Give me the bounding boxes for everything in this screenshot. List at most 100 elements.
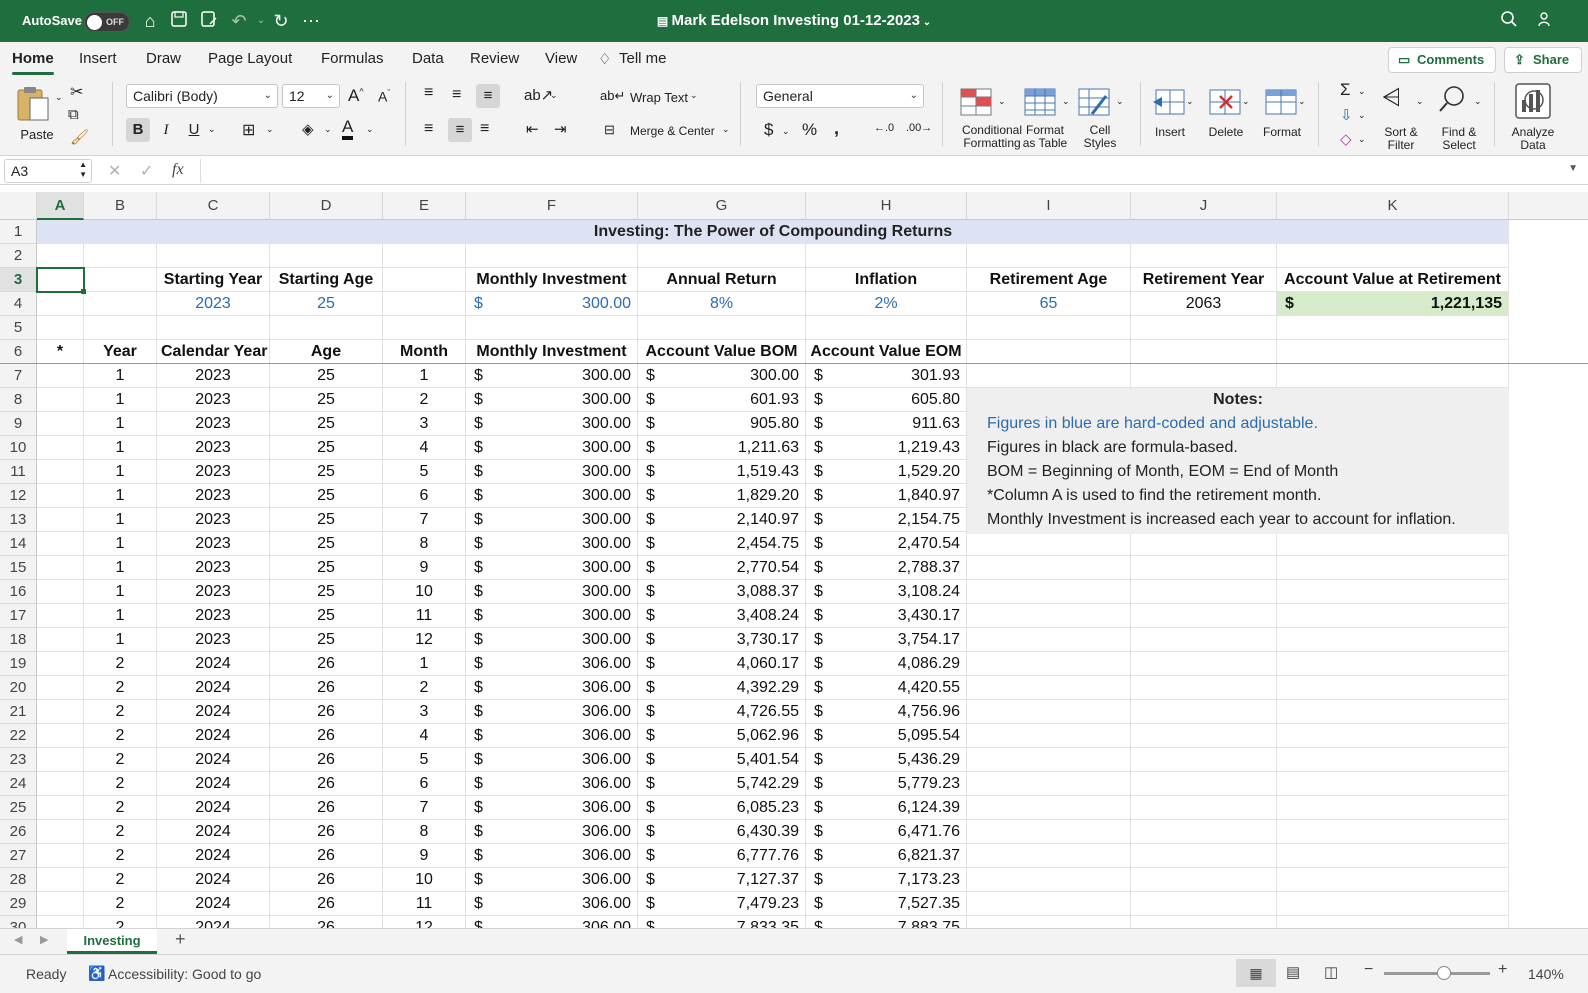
cell-j[interactable] <box>1131 532 1277 556</box>
calendar-year-cell[interactable]: 2024 <box>157 868 270 892</box>
align-left-icon[interactable]: ≡ <box>424 120 433 138</box>
month-cell[interactable]: 5 <box>383 748 466 772</box>
month-cell[interactable]: 8 <box>383 532 466 556</box>
format-cells-button[interactable]: ⌄ Format <box>1260 80 1312 152</box>
column-header-c[interactable]: C <box>157 192 270 220</box>
account-value-eom-cell[interactable]: $6,124.39 <box>806 796 967 820</box>
calendar-year-cell[interactable]: 2023 <box>157 532 270 556</box>
cell-a[interactable] <box>37 484 84 508</box>
cell-k[interactable] <box>1277 364 1509 388</box>
share-button[interactable]: ⇪ Share <box>1504 47 1582 73</box>
tab-formulas[interactable]: Formulas <box>321 50 384 67</box>
cell-j[interactable] <box>1131 892 1277 916</box>
font-size-select[interactable]: 12 ⌄ <box>282 84 340 108</box>
table-header[interactable]: Monthly Investment <box>466 340 638 364</box>
cell-j[interactable] <box>1131 772 1277 796</box>
add-sheet-icon[interactable]: + <box>175 929 186 950</box>
param-header[interactable]: Annual Return <box>638 268 806 292</box>
fill-color-icon[interactable]: ◈ <box>302 120 314 138</box>
cell-k[interactable] <box>1277 844 1509 868</box>
row-header[interactable]: 1 <box>0 220 37 244</box>
year-cell[interactable]: 1 <box>84 556 157 580</box>
cell-a[interactable] <box>37 676 84 700</box>
year-cell[interactable]: 2 <box>84 772 157 796</box>
account-value-bom-cell[interactable]: $3,088.37 <box>638 580 806 604</box>
cell-k[interactable] <box>1277 604 1509 628</box>
analyze-data-button[interactable]: Analyze Data <box>1500 80 1566 152</box>
column-header-k[interactable]: K <box>1277 192 1509 220</box>
cell-k[interactable] <box>1277 340 1509 364</box>
row-header[interactable]: 23 <box>0 748 37 772</box>
account-value-eom-cell[interactable]: $1,529.20 <box>806 460 967 484</box>
calendar-year-cell[interactable]: 2023 <box>157 412 270 436</box>
age-cell[interactable]: 25 <box>270 364 383 388</box>
cell-i[interactable] <box>967 556 1131 580</box>
cell-k[interactable] <box>1277 676 1509 700</box>
monthly-investment-cell[interactable]: $306.00 <box>466 868 638 892</box>
calendar-year-cell[interactable]: 2024 <box>157 820 270 844</box>
select-all-corner[interactable] <box>0 192 37 220</box>
cell-i[interactable] <box>967 820 1131 844</box>
cell-a[interactable] <box>37 628 84 652</box>
account-value-eom-cell[interactable]: $3,754.17 <box>806 628 967 652</box>
notes-box[interactable]: Notes: Figures in blue are hard-coded an… <box>967 388 1509 534</box>
copy-icon[interactable]: ⧉ <box>68 106 79 123</box>
age-cell[interactable]: 25 <box>270 532 383 556</box>
cell-e[interactable] <box>383 292 466 316</box>
cell-a[interactable] <box>37 244 84 268</box>
tab-home[interactable]: Home <box>12 50 54 67</box>
row-header[interactable]: 26 <box>0 820 37 844</box>
cell-k[interactable] <box>1277 796 1509 820</box>
fill-dropdown-icon[interactable]: ⌄ <box>1358 110 1366 121</box>
account-value-eom-cell[interactable]: $605.80 <box>806 388 967 412</box>
row-header[interactable]: 6 <box>0 340 37 364</box>
comments-button[interactable]: ▭ Comments <box>1388 47 1496 73</box>
sort-filter-button[interactable]: ⩤ ⌄ Sort & Filter <box>1372 80 1430 152</box>
cell-j[interactable] <box>1131 868 1277 892</box>
cell-i[interactable] <box>967 316 1131 340</box>
column-header-f[interactable]: F <box>466 192 638 220</box>
font-color-dropdown-icon[interactable]: ⌄ <box>366 124 374 135</box>
monthly-investment-cell[interactable]: $300.00 <box>466 532 638 556</box>
year-cell[interactable]: 1 <box>84 532 157 556</box>
month-cell[interactable]: 3 <box>383 700 466 724</box>
account-value-bom-cell[interactable]: $601.93 <box>638 388 806 412</box>
cell-k[interactable] <box>1277 748 1509 772</box>
column-header-b[interactable]: B <box>84 192 157 220</box>
age-cell[interactable]: 26 <box>270 844 383 868</box>
merge-center-button[interactable]: Merge & Center <box>630 124 715 138</box>
search-icon[interactable] <box>1498 10 1520 32</box>
row-header[interactable]: 27 <box>0 844 37 868</box>
cell-a[interactable] <box>37 580 84 604</box>
age-cell[interactable]: 25 <box>270 604 383 628</box>
year-cell[interactable]: 1 <box>84 508 157 532</box>
cell-i[interactable] <box>967 628 1131 652</box>
month-cell[interactable]: 2 <box>383 388 466 412</box>
orientation-icon[interactable]: ab↗ <box>524 86 553 104</box>
cell-k[interactable] <box>1277 772 1509 796</box>
calendar-year-cell[interactable]: 2023 <box>157 484 270 508</box>
year-cell[interactable]: 2 <box>84 652 157 676</box>
param-header[interactable]: Starting Age <box>270 268 383 292</box>
account-value-at-retirement[interactable]: $1,221,135 <box>1277 292 1509 316</box>
cell-j[interactable] <box>1131 796 1277 820</box>
cell-j[interactable] <box>1131 628 1277 652</box>
param-header[interactable]: Retirement Year <box>1131 268 1277 292</box>
cell-e[interactable] <box>383 244 466 268</box>
cell-i[interactable] <box>967 340 1131 364</box>
monthly-investment-cell[interactable]: $300.00 <box>466 484 638 508</box>
calendar-year-cell[interactable]: 2024 <box>157 892 270 916</box>
account-value-bom-cell[interactable]: $6,777.76 <box>638 844 806 868</box>
cell-a[interactable] <box>37 772 84 796</box>
calendar-year-cell[interactable]: 2023 <box>157 388 270 412</box>
account-value-bom-cell[interactable]: $4,726.55 <box>638 700 806 724</box>
decrease-indent-icon[interactable]: ⇤ <box>526 120 539 138</box>
param-header[interactable]: Monthly Investment <box>466 268 638 292</box>
row-header[interactable]: 21 <box>0 700 37 724</box>
account-value-bom-cell[interactable]: $5,401.54 <box>638 748 806 772</box>
cell-i[interactable] <box>967 748 1131 772</box>
row-header[interactable]: 22 <box>0 724 37 748</box>
cell-j[interactable] <box>1131 652 1277 676</box>
cell-i[interactable] <box>967 532 1131 556</box>
zoom-out-icon[interactable]: − <box>1364 961 1373 979</box>
